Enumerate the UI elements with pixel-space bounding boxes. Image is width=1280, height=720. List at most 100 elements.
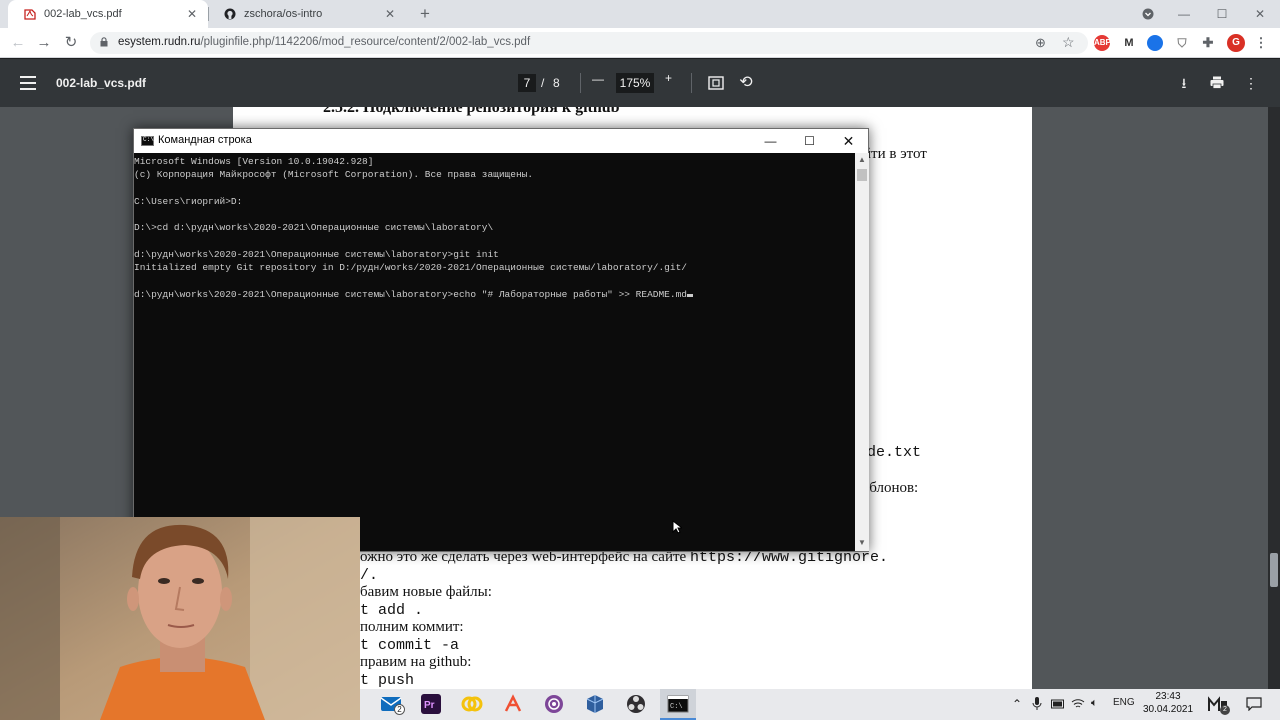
browser-toolbar: ← → ↻ esystem.rudn.ru/pluginfile.php/114… (0, 28, 1280, 58)
address-bar[interactable]: esystem.rudn.ru/pluginfile.php/1142206/m… (90, 32, 1088, 54)
zoom-out-icon[interactable]: — (592, 72, 604, 86)
system-clock[interactable]: 23:43 30.04.2021 (1140, 689, 1196, 720)
taskbar: 2 Pr C:\ ⌃ 🔈︎ ENG 23:43 30.04.2021 2 (360, 689, 1280, 720)
cmd-close-icon[interactable]: ✕ (829, 129, 868, 153)
maximize-icon[interactable]: ☐ (1212, 4, 1232, 24)
pdf-filename: 002-lab_vcs.pdf (56, 76, 147, 90)
menu-icon[interactable] (20, 76, 36, 90)
close-window-icon[interactable]: ✕ (1250, 4, 1270, 24)
yellow-app-icon[interactable] (461, 693, 483, 715)
shield-icon[interactable]: ⛉ (1174, 35, 1190, 51)
mouse-cursor-icon (672, 520, 682, 534)
page-text-line: йти в этот (863, 146, 927, 162)
cmd-minimize-icon[interactable]: — (751, 129, 790, 153)
page-number-input[interactable]: 7 (518, 74, 536, 92)
extension-blue-icon[interactable] (1147, 35, 1163, 51)
cmd-taskbar-button[interactable]: C:\ (660, 689, 696, 720)
tab-title: zschora/os-intro (244, 8, 323, 20)
cmd-app-icon (141, 136, 154, 146)
console-command: d:\рудн\works\2020-2021\Операционные сис… (134, 288, 687, 300)
tab-search-icon[interactable] (1138, 4, 1158, 24)
page-text-line: полним коммит: (360, 619, 464, 635)
page-code-line: t add . (360, 602, 424, 619)
page-separator: / (541, 76, 545, 90)
back-icon[interactable]: ← (8, 33, 28, 53)
minimize-icon[interactable]: — (1174, 4, 1194, 24)
page-text-line: бавим новые файлы: (360, 584, 492, 600)
reload-icon[interactable]: ↻ (61, 33, 81, 53)
browser-tab-strip: 002-lab_vcs.pdf ✕ zschora/os-intro ✕ + —… (0, 0, 1280, 28)
github-icon (224, 8, 236, 20)
pdf-scroll-thumb[interactable] (1270, 553, 1278, 587)
page-text-line: правим на github: (360, 654, 472, 670)
tor-app-icon[interactable] (543, 693, 565, 715)
cmd-scroll-thumb[interactable] (857, 169, 867, 181)
git-app-icon[interactable] (502, 693, 524, 715)
forward-icon[interactable]: → (34, 33, 54, 53)
puzzle-icon[interactable]: ✚ (1200, 35, 1216, 51)
console-line: C:\Users\гиоргий>D: (134, 195, 243, 207)
page-code-line: t push (360, 672, 415, 689)
more-options-icon[interactable]: ⋮ (1241, 73, 1261, 93)
zoom-in-icon[interactable]: + (665, 71, 672, 85)
scroll-down-icon[interactable]: ▼ (858, 538, 866, 547)
webcam-overlay (0, 517, 360, 720)
microphone-icon[interactable] (1032, 697, 1042, 711)
zoom-level-input[interactable]: 175% (616, 73, 654, 93)
action-center-icon[interactable] (1246, 697, 1262, 711)
language-indicator[interactable]: ENG (1113, 697, 1135, 708)
cmd-taskbar-icon: C:\ (667, 695, 689, 713)
download-icon[interactable]: ⭳ (1174, 73, 1194, 93)
premiere-app-icon[interactable]: Pr (420, 693, 442, 715)
profile-avatar[interactable]: G (1227, 34, 1245, 52)
tab-github[interactable]: zschora/os-intro ✕ (208, 0, 406, 28)
cmd-maximize-icon[interactable]: ☐ (790, 129, 829, 153)
scroll-up-icon[interactable]: ▲ (858, 155, 866, 164)
cmd-title: Командная строка (158, 134, 252, 146)
rotate-icon[interactable]: ⟲ (736, 73, 756, 93)
fit-page-icon[interactable] (706, 73, 726, 93)
volume-icon[interactable]: 🔈︎ (1091, 697, 1098, 710)
tab-title: 002-lab_vcs.pdf (44, 8, 122, 20)
lock-icon (100, 37, 108, 47)
pdf-favicon-icon (24, 9, 36, 20)
page-code-line: t commit -a (360, 637, 460, 654)
pdf-scrollbar[interactable] (1268, 107, 1280, 689)
console-line: Initialized empty Git repository in D:/р… (134, 262, 687, 274)
extension-m-icon[interactable]: M (1121, 35, 1137, 51)
new-tab-icon[interactable]: + (416, 5, 434, 23)
wifi-icon[interactable] (1071, 698, 1085, 710)
cmd-window[interactable]: Командная строка — ☐ ✕ Microsoft Windows… (133, 128, 869, 552)
url-path: /pluginfile.php/1142206/mod_resource/con… (200, 36, 531, 48)
toolbar-divider (691, 73, 692, 93)
tray-chevron-icon[interactable]: ⌃ (1012, 697, 1022, 711)
battery-icon[interactable] (1051, 699, 1065, 709)
console-line: D:\>cd d:\рудн\works\2020-2021\Операцион… (134, 222, 494, 234)
close-tab-icon[interactable]: ✕ (382, 6, 398, 22)
console-line: Microsoft Windows [Version 10.0.19042.92… (134, 156, 374, 167)
cmd-scrollbar[interactable]: ▲ ▼ (855, 153, 869, 551)
clock-date: 30.04.2021 (1142, 704, 1194, 715)
notification-count-badge: 2 (1220, 705, 1230, 715)
virtualbox-app-icon[interactable] (584, 693, 606, 715)
svg-text:Pr: Pr (424, 700, 435, 711)
webcam-person-image (0, 517, 360, 720)
svg-text:C:\: C:\ (670, 703, 683, 711)
mail-badge: 2 (394, 704, 405, 715)
adblock-icon[interactable]: ABP (1094, 35, 1111, 51)
bookmark-star-icon[interactable]: ☆ (1062, 34, 1075, 51)
zoom-icon[interactable]: ⊕ (1035, 35, 1046, 51)
cmd-console-output[interactable]: Microsoft Windows [Version 10.0.19042.92… (134, 153, 854, 551)
page-code-line: de.txt (867, 444, 922, 461)
console-line: (c) Корпорация Майкрософт (Microsoft Cor… (134, 169, 534, 181)
console-input-line[interactable]: d:\рудн\works\2020-2021\Операционные сис… (134, 288, 854, 301)
chrome-menu-icon[interactable]: ⋮ (1253, 35, 1269, 51)
obs-app-icon[interactable] (625, 693, 647, 715)
cmd-titlebar[interactable]: Командная строка — ☐ ✕ (134, 129, 868, 153)
tab-pdf[interactable]: 002-lab_vcs.pdf ✕ (8, 0, 208, 28)
print-icon[interactable] (1207, 73, 1227, 93)
close-tab-icon[interactable]: ✕ (184, 6, 200, 22)
